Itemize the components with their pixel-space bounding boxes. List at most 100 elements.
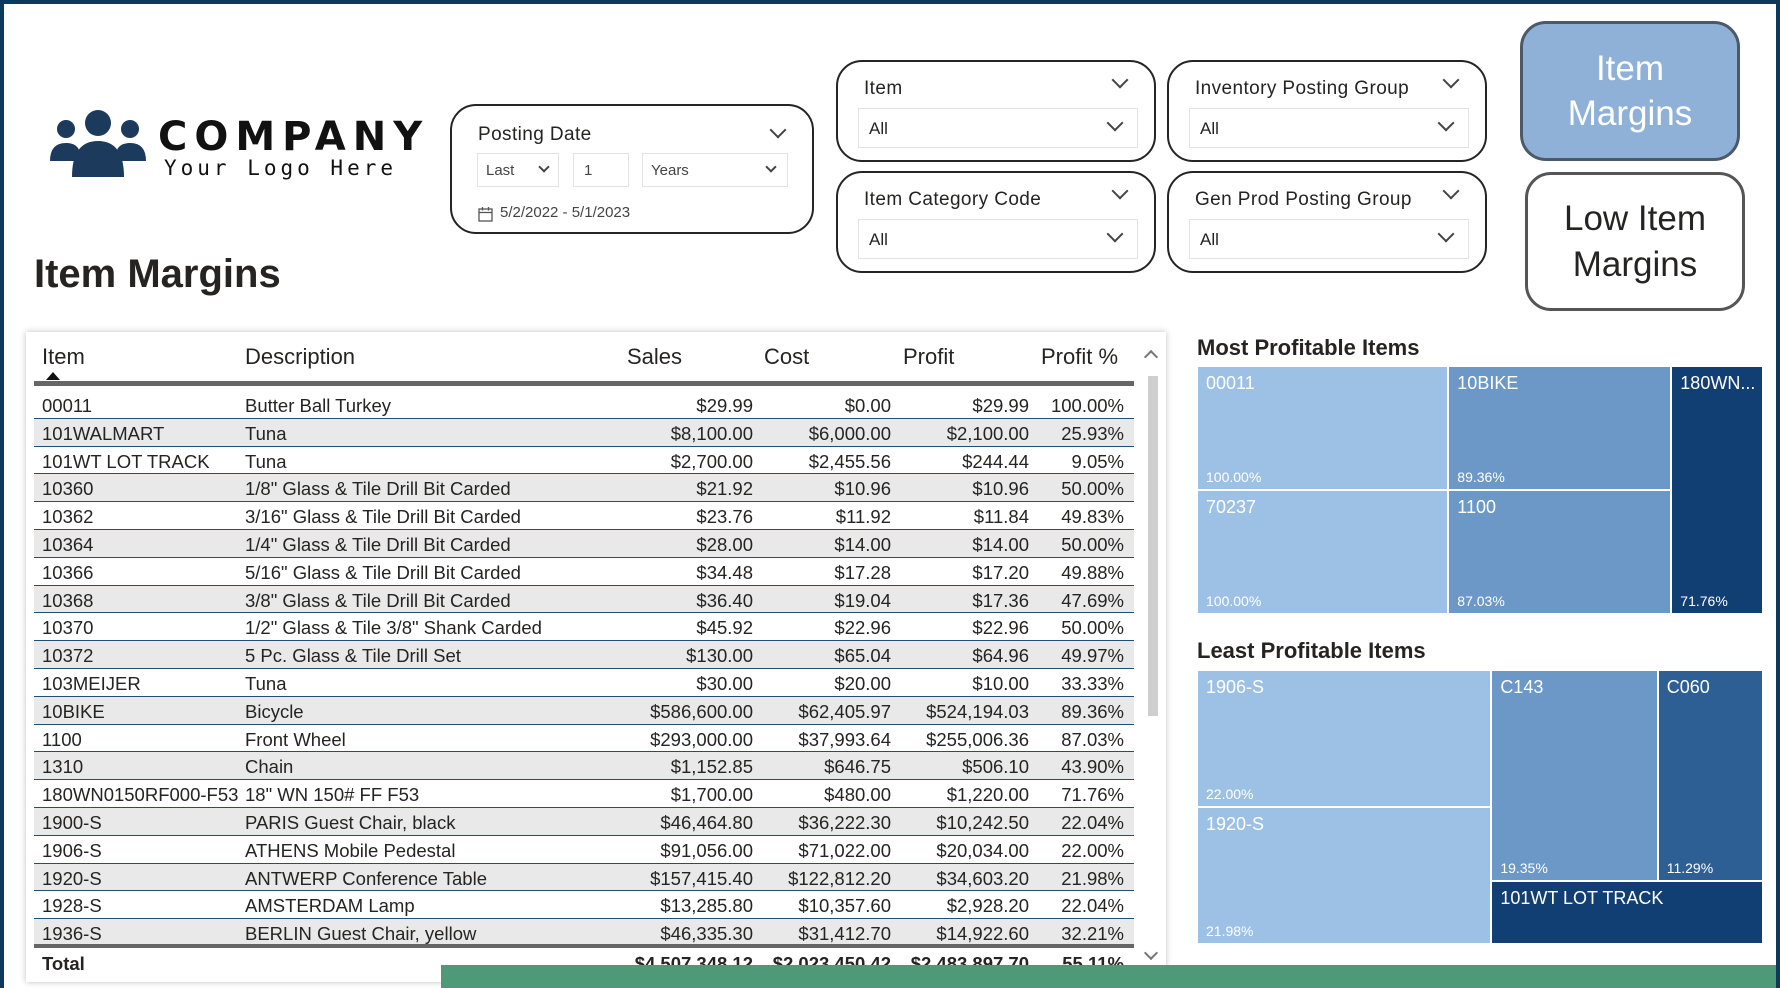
scroll-down-icon[interactable]	[1143, 945, 1159, 961]
treemap-tile[interactable]: 00011 100.00%	[1197, 366, 1449, 490]
table-row[interactable]: 103MEIJER Tuna $30.00 $20.00 $10.00 33.33%	[34, 669, 1134, 697]
table-row[interactable]: 1900-S PARIS Guest Chair, black $46,464.80…	[34, 807, 1134, 836]
cell-item: 10368	[42, 589, 94, 611]
column-header-sales[interactable]: Sales	[627, 344, 682, 370]
least-profitable-title: Least Profitable Items	[1197, 638, 1426, 663]
item-margins-button[interactable]: Item Margins	[1520, 21, 1740, 161]
treemap-tile[interactable]: C143 19.35%	[1491, 670, 1658, 882]
select-value: All	[1200, 230, 1219, 249]
unit-select[interactable]: Years	[642, 153, 788, 187]
gen-prod-posting-group-select[interactable]: All	[1189, 219, 1469, 259]
relative-select[interactable]: Last	[477, 153, 559, 187]
cell-cost: $19.04	[834, 589, 891, 611]
table-row[interactable]: 1920-S ANTWERP Conference Table $157,415.4…	[34, 863, 1134, 892]
table-row[interactable]: 10368 3/8" Glass & Tile Drill Bit Carded $…	[34, 585, 1134, 614]
table-row[interactable]: 10370 1/2" Glass & Tile 3/8" Shank Carded…	[34, 613, 1134, 642]
chevron-down-icon	[765, 161, 777, 173]
table-row[interactable]: 180WN0150RF000-F53 18" WN 150# FF F53 $1,7…	[34, 780, 1134, 808]
inventory-posting-group-select[interactable]: All	[1189, 108, 1469, 148]
column-header-item[interactable]: Item	[42, 344, 85, 370]
column-header-profit[interactable]: Profit	[903, 344, 954, 370]
cell-sales: $1,152.85	[670, 756, 753, 778]
table-row[interactable]: 1100 Front Wheel $293,000.00 $37,993.64 $255…	[34, 725, 1134, 753]
table-row[interactable]: 1928-S AMSTERDAM Lamp $13,285.80 $10,357.60…	[34, 891, 1134, 920]
cell-description: Bicycle	[245, 700, 304, 722]
cell-description: Front Wheel	[245, 728, 346, 750]
chevron-down-icon[interactable]	[1111, 71, 1129, 89]
table-row[interactable]: 101WT LOT TRACK Tuna $2,700.00 $2,455.56 $24…	[34, 447, 1134, 475]
cell-profit-pct: 33.33%	[1061, 672, 1124, 694]
cell-sales: $36.40	[696, 589, 753, 611]
cell-sales: $21.92	[696, 478, 753, 500]
cell-description: ANTWERP Conference Table	[245, 867, 487, 889]
table-row[interactable]: 10362 3/16" Glass & Tile Drill Bit Carded…	[34, 502, 1134, 530]
table-row[interactable]: 10372 5 Pc. Glass & Tile Drill Set $130.00…	[34, 641, 1134, 669]
relative-value: Last	[486, 162, 515, 179]
cell-profit: $10.96	[972, 478, 1029, 500]
table-row[interactable]: 10360 1/8" Glass & Tile Drill Bit Carded $…	[34, 474, 1134, 503]
cell-cost: $17.28	[834, 561, 891, 583]
table-row[interactable]: 10366 5/16" Glass & Tile Drill Bit Carded…	[34, 558, 1134, 586]
treemap-tile[interactable]: 70237 100.00%	[1197, 490, 1449, 614]
unit-value: Years	[651, 162, 689, 179]
cell-cost: $36,222.30	[798, 811, 891, 833]
select-value: All	[869, 119, 888, 138]
treemap-tile[interactable]: 101WT LOT TRACK	[1491, 881, 1763, 944]
table-scrollbar[interactable]	[1143, 344, 1160, 961]
table-row[interactable]: 101WALMART Tuna $8,100.00 $6,000.00 $2,100.0…	[34, 418, 1134, 447]
tile-profit-pct: 21.98%	[1206, 923, 1254, 939]
cell-description: Tuna	[245, 672, 287, 694]
treemap-tile[interactable]: 1920-S 21.98%	[1197, 807, 1492, 944]
cell-sales: $2,700.00	[670, 450, 753, 472]
treemap-tile[interactable]: 1906-S 22.00%	[1197, 670, 1492, 807]
column-header-cost[interactable]: Cost	[764, 344, 809, 370]
item-category-code-slicer[interactable]: Item Category Code All	[836, 171, 1156, 273]
item-select[interactable]: All	[858, 108, 1138, 148]
cell-cost: $22.96	[834, 617, 891, 639]
tile-label: 101WT LOT TRACK	[1500, 888, 1664, 909]
cell-sales: $28.00	[696, 533, 753, 555]
company-tagline: Your Logo Here	[164, 156, 398, 180]
least-profitable-treemap: 1906-S 22.00% C143 19.35% C060 11.29% 1920-S 21…	[1197, 670, 1763, 944]
scroll-thumb[interactable]	[1148, 376, 1158, 716]
column-header-profit-pct[interactable]: Profit %	[1041, 344, 1118, 370]
table-row[interactable]: 1936-S BERLIN Guest Chair, yellow $46,335.…	[34, 919, 1134, 947]
table-row[interactable]: 00011 Butter Ball Turkey $29.99 $0.00 $29.99…	[34, 391, 1134, 419]
cell-profit-pct: 49.97%	[1061, 645, 1124, 667]
item-slicer[interactable]: Item All	[836, 60, 1156, 162]
low-item-margins-button[interactable]: Low Item Margins	[1525, 172, 1745, 311]
posting-date-slicer[interactable]: Posting Date Last 1 Years 5/2/2022 - 5/1…	[450, 104, 814, 234]
table-row[interactable]: 10BIKE Bicycle $586,600.00 $62,405.97 $524,1…	[34, 696, 1134, 725]
treemap-tile[interactable]: C060 11.29%	[1657, 670, 1763, 882]
chevron-down-icon[interactable]	[769, 121, 787, 139]
treemap-tile[interactable]: 1100 87.03%	[1448, 490, 1672, 614]
cell-profit: $14.00	[972, 533, 1029, 555]
table-row[interactable]: 10364 1/4" Glass & Tile Drill Bit Carded $…	[34, 529, 1134, 558]
cell-item: 00011	[42, 395, 93, 416]
cell-sales: $13,285.80	[660, 895, 753, 917]
cell-sales: $1,700.00	[670, 784, 753, 806]
treemap-tile[interactable]: 10BIKE 89.36%	[1448, 366, 1672, 490]
cell-profit: $11.84	[973, 506, 1029, 528]
inventory-posting-group-slicer[interactable]: Inventory Posting Group All	[1167, 60, 1487, 162]
cell-sales: $29.99	[696, 395, 753, 416]
notification-banner	[441, 965, 1776, 988]
cell-description: 1/2" Glass & Tile 3/8" Shank Carded	[245, 617, 542, 639]
chevron-down-icon[interactable]	[1442, 71, 1460, 89]
table-row[interactable]: 1310 Chain $1,152.85 $646.75 $506.10 43.90%	[34, 752, 1134, 781]
count-input[interactable]: 1	[573, 153, 629, 187]
count-value: 1	[584, 162, 593, 179]
chevron-down-icon[interactable]	[1111, 182, 1129, 200]
calendar-icon	[478, 207, 493, 222]
sort-ascending-icon[interactable]	[46, 372, 60, 380]
gen-prod-posting-group-slicer[interactable]: Gen Prod Posting Group All	[1167, 171, 1487, 273]
item-category-code-select[interactable]: All	[858, 219, 1138, 259]
scroll-up-icon[interactable]	[1143, 349, 1159, 365]
cell-cost: $10.96	[834, 478, 891, 500]
cell-profit: $14,922.60	[936, 923, 1029, 945]
treemap-tile[interactable]: 180WN... 71.76%	[1671, 366, 1763, 614]
cell-sales: $157,415.40	[650, 867, 753, 889]
chevron-down-icon[interactable]	[1442, 182, 1460, 200]
table-row[interactable]: 1906-S ATHENS Mobile Pedestal $91,056.00 $7…	[34, 836, 1134, 864]
column-header-description[interactable]: Description	[245, 344, 355, 370]
